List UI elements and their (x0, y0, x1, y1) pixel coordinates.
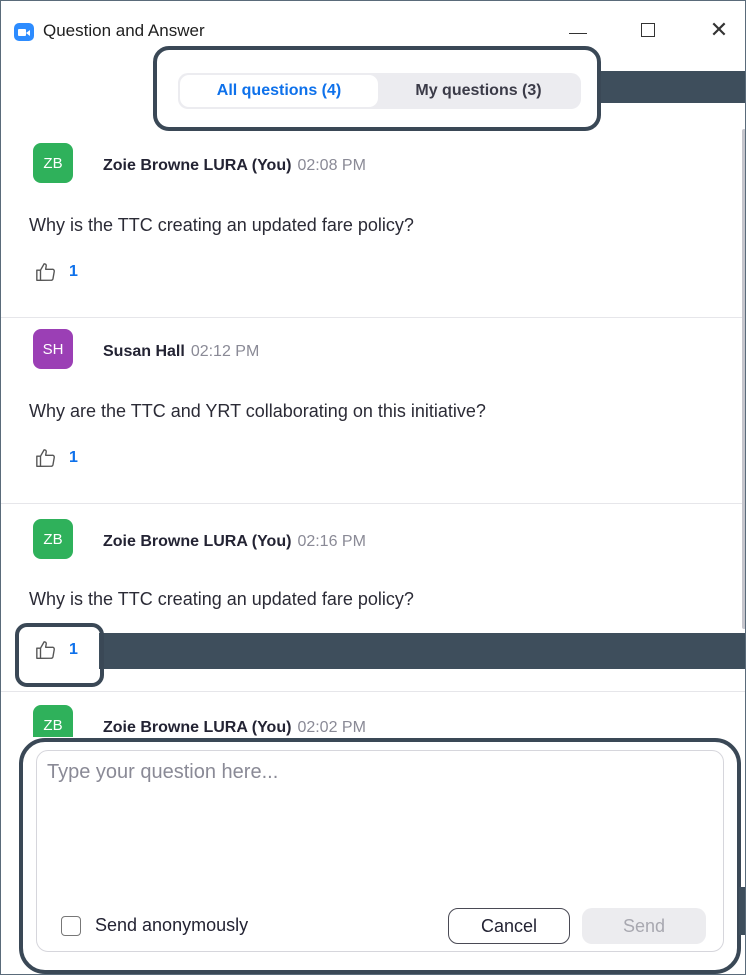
window-title: Question and Answer (43, 21, 205, 40)
like-count: 1 (69, 449, 78, 466)
question-author: Zoie Browne LURA (You) 02:08 PM (103, 157, 366, 175)
thumbs-up-icon (36, 263, 55, 281)
thumbs-up-icon (36, 641, 55, 659)
tab-all-questions[interactable]: All questions (4) (180, 75, 378, 107)
question-author: Zoie Browne LURA (You) 02:02 PM (103, 719, 366, 737)
avatar: SH (33, 329, 73, 369)
like-callout-pointer (99, 633, 745, 669)
list-scrollbar[interactable] (742, 129, 745, 629)
question-text: Why is the TTC creating an updated fare … (29, 215, 414, 235)
question-time: 02:12 PM (190, 343, 260, 360)
like-count: 1 (69, 641, 78, 658)
question-text: Why is the TTC creating an updated fare … (29, 589, 414, 609)
author-name: Zoie Browne LURA (You) (103, 719, 292, 736)
question-item: SH Susan Hall 02:12 PM Why are the TTC an… (1, 317, 745, 504)
avatar: ZB (33, 519, 73, 559)
question-text: Why are the TTC and YRT collaborating on… (29, 401, 486, 421)
close-icon: ✕ (709, 17, 729, 43)
close-button[interactable]: ✕ (704, 17, 734, 43)
maximize-icon (641, 23, 655, 37)
question-author: Susan Hall 02:12 PM (103, 343, 259, 361)
tab-my-questions[interactable]: My questions (3) (378, 75, 579, 107)
author-name: Susan Hall (103, 343, 185, 360)
maximize-button[interactable] (633, 17, 663, 43)
send-anonymously-toggle[interactable]: Send anonymously (61, 915, 248, 936)
like-button[interactable]: 1 (35, 447, 78, 469)
qa-window: Question and Answer ✕ All questions (4) … (0, 0, 746, 975)
minimize-button[interactable] (563, 17, 593, 43)
question-input[interactable] (47, 761, 707, 861)
anonymous-checkbox[interactable] (61, 915, 81, 936)
cancel-button[interactable]: Cancel (448, 908, 570, 944)
question-tabs: All questions (4) My questions (3) (178, 73, 581, 109)
question-item: ZB Zoie Browne LURA (You) 02:02 PM (1, 691, 745, 737)
like-button[interactable]: 1 (35, 261, 78, 283)
minimize-icon (569, 32, 587, 34)
compose-callout-pointer (739, 887, 745, 935)
question-item: ZB Zoie Browne LURA (You) 02:08 PM Why is… (1, 125, 745, 318)
like-button[interactable]: 1 (35, 639, 78, 661)
author-name: Zoie Browne LURA (You) (103, 533, 292, 550)
title-bar: Question and Answer ✕ (1, 1, 745, 43)
tabs-callout-pointer (601, 71, 745, 103)
question-time: 02:08 PM (297, 157, 366, 174)
question-time: 02:16 PM (297, 533, 366, 550)
author-name: Zoie Browne LURA (You) (103, 157, 292, 174)
send-button[interactable]: Send (582, 908, 706, 944)
thumbs-up-icon (36, 449, 55, 467)
avatar: ZB (33, 705, 73, 737)
anonymous-label: Send anonymously (95, 915, 249, 935)
zoom-app-icon (14, 23, 34, 41)
avatar: ZB (33, 143, 73, 183)
question-time: 02:02 PM (297, 719, 366, 736)
question-author: Zoie Browne LURA (You) 02:16 PM (103, 533, 366, 551)
like-count: 1 (69, 263, 78, 280)
